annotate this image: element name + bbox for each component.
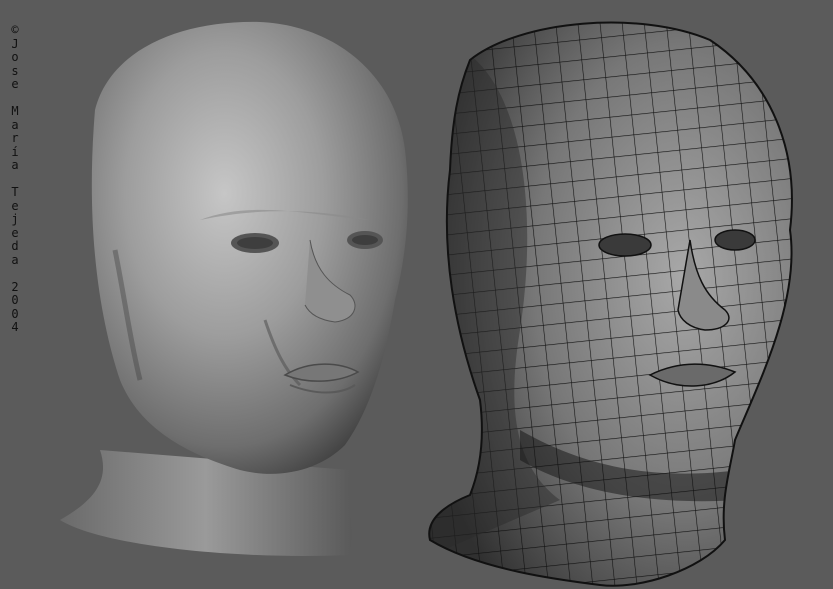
head-renders xyxy=(60,21,793,587)
wireframe-head-render xyxy=(428,21,793,587)
smooth-head-render xyxy=(60,21,408,556)
render-canvas: © Jo s e María Tejeda 2004 xyxy=(0,0,833,589)
